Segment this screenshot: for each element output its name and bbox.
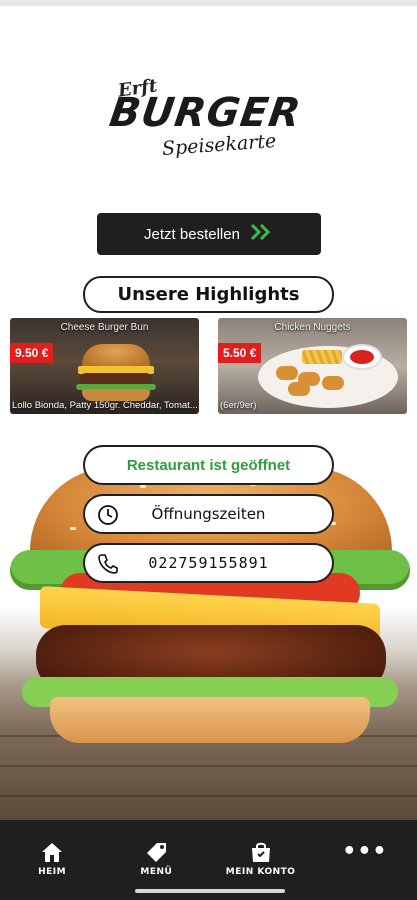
nav-item-menu[interactable]: MENÜ — [104, 820, 208, 900]
nav-item-more[interactable]: ••• — [313, 820, 417, 900]
nav-label: MENÜ — [140, 867, 173, 877]
order-now-button[interactable]: Jetzt bestellen — [97, 213, 321, 255]
home-indicator — [135, 889, 285, 893]
highlight-description: (6er/9er) — [220, 400, 257, 411]
phone-number: 022759155891 — [148, 554, 269, 572]
more-dots-icon: ••• — [342, 839, 388, 864]
home-icon — [42, 843, 63, 862]
opening-hours-button[interactable]: Öffnungszeiten — [83, 494, 334, 534]
order-now-label: Jetzt bestellen — [144, 225, 240, 243]
highlight-card-chicken-nuggets[interactable]: Chicken Nuggets 5.50 € (6er/9er) — [218, 318, 407, 414]
cheese-burger-image — [76, 344, 156, 404]
status-bar — [0, 0, 417, 6]
restaurant-status-text: Restaurant ist geöffnet — [126, 456, 291, 474]
restaurant-status-badge: Restaurant ist geöffnet — [83, 445, 334, 485]
opening-hours-label: Öffnungszeiten — [151, 505, 266, 523]
highlight-title: Cheese Burger Bun — [60, 322, 149, 333]
bottom-navigation: HEIM MENÜ MEIN KONTO ••• — [0, 820, 417, 900]
clock-icon — [97, 504, 119, 526]
tag-icon — [147, 843, 167, 862]
shopping-bag-icon — [251, 842, 270, 862]
highlight-description: Lollo Bionda, Patty 150gr. Cheddar, Toma… — [12, 400, 198, 411]
highlight-card-cheese-burger[interactable]: Cheese Burger Bun 9.50 € Lollo Bionda, P… — [10, 318, 199, 414]
nav-item-mein-konto[interactable]: MEIN KONTO — [209, 820, 313, 900]
highlights-title: Unsere Highlights — [83, 276, 334, 313]
phone-icon — [97, 553, 119, 575]
price-badge: 9.50 € — [10, 343, 54, 363]
nav-label: HEIM — [38, 867, 67, 877]
phone-call-button[interactable]: 022759155891 — [83, 543, 334, 583]
double-chevron-right-icon — [250, 222, 274, 246]
price-badge: 5.50 € — [218, 343, 262, 363]
nav-item-heim[interactable]: HEIM — [0, 820, 104, 900]
highlight-title: Chicken Nuggets — [274, 322, 351, 333]
brand-logo: Erft BURGER Speisekarte — [107, 75, 310, 168]
nav-label: MEIN KONTO — [225, 867, 296, 877]
